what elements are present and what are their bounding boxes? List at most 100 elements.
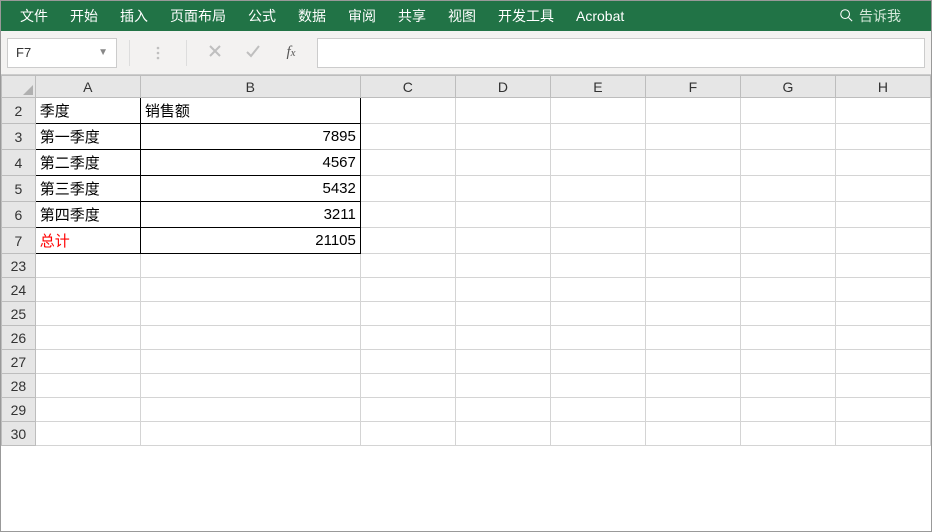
cell[interactable] xyxy=(835,228,930,254)
row-header[interactable]: 30 xyxy=(2,422,36,446)
cell[interactable] xyxy=(455,176,550,202)
cell[interactable] xyxy=(455,202,550,228)
cell[interactable] xyxy=(140,326,360,350)
tab-view[interactable]: 视图 xyxy=(437,1,487,31)
cell[interactable] xyxy=(455,124,550,150)
confirm-formula-button[interactable] xyxy=(237,38,269,68)
row-header[interactable]: 23 xyxy=(2,254,36,278)
cell[interactable] xyxy=(740,98,835,124)
col-header-C[interactable]: C xyxy=(360,76,455,98)
cell[interactable] xyxy=(645,98,740,124)
cell[interactable] xyxy=(740,254,835,278)
row-header[interactable]: 29 xyxy=(2,398,36,422)
tab-formulas[interactable]: 公式 xyxy=(237,1,287,31)
col-header-B[interactable]: B xyxy=(140,76,360,98)
cell[interactable]: 第一季度 xyxy=(35,124,140,150)
cell[interactable] xyxy=(740,374,835,398)
cell[interactable] xyxy=(35,374,140,398)
cancel-formula-button[interactable] xyxy=(199,38,231,68)
row-header[interactable]: 5 xyxy=(2,176,36,202)
tab-share[interactable]: 共享 xyxy=(387,1,437,31)
col-header-D[interactable]: D xyxy=(455,76,550,98)
tab-developer[interactable]: 开发工具 xyxy=(487,1,565,31)
cell[interactable] xyxy=(140,422,360,446)
cell[interactable]: 第四季度 xyxy=(35,202,140,228)
cell[interactable] xyxy=(455,350,550,374)
cell[interactable]: 总计 xyxy=(35,228,140,254)
cell[interactable] xyxy=(740,398,835,422)
row-header[interactable]: 26 xyxy=(2,326,36,350)
cell[interactable] xyxy=(140,350,360,374)
row-header[interactable]: 27 xyxy=(2,350,36,374)
cell[interactable] xyxy=(645,254,740,278)
cell[interactable] xyxy=(550,326,645,350)
cell[interactable] xyxy=(550,176,645,202)
cell[interactable] xyxy=(645,374,740,398)
cell[interactable] xyxy=(740,150,835,176)
cell[interactable]: 21105 xyxy=(140,228,360,254)
cell[interactable] xyxy=(455,326,550,350)
cell[interactable] xyxy=(455,398,550,422)
row-header[interactable]: 3 xyxy=(2,124,36,150)
insert-function-button[interactable]: fx xyxy=(275,38,307,68)
cell[interactable] xyxy=(140,374,360,398)
cell[interactable] xyxy=(550,98,645,124)
more-options-button[interactable] xyxy=(142,38,174,68)
cell[interactable] xyxy=(835,278,930,302)
col-header-G[interactable]: G xyxy=(740,76,835,98)
cell[interactable] xyxy=(740,302,835,326)
cell[interactable] xyxy=(740,202,835,228)
select-all-corner[interactable] xyxy=(2,76,36,98)
cell[interactable] xyxy=(740,278,835,302)
cell[interactable] xyxy=(645,326,740,350)
cell[interactable] xyxy=(645,398,740,422)
cell[interactable] xyxy=(360,98,455,124)
cell[interactable] xyxy=(645,278,740,302)
row-header[interactable]: 24 xyxy=(2,278,36,302)
cell[interactable] xyxy=(35,254,140,278)
cell[interactable] xyxy=(140,398,360,422)
cell[interactable]: 季度 xyxy=(35,98,140,124)
cell[interactable] xyxy=(360,150,455,176)
cell[interactable]: 销售额 xyxy=(140,98,360,124)
cell[interactable] xyxy=(550,302,645,326)
cell[interactable] xyxy=(455,98,550,124)
cell[interactable] xyxy=(360,350,455,374)
spreadsheet-grid[interactable]: A B C D E F G H 2 季度 销售额 3 第一季度 7895 4 第… xyxy=(1,75,931,531)
cell[interactable] xyxy=(360,254,455,278)
cell[interactable] xyxy=(455,278,550,302)
cell[interactable] xyxy=(835,254,930,278)
cell[interactable] xyxy=(550,202,645,228)
cell[interactable] xyxy=(835,326,930,350)
cell[interactable]: 5432 xyxy=(140,176,360,202)
formula-input[interactable] xyxy=(317,38,925,68)
row-header[interactable]: 25 xyxy=(2,302,36,326)
cell[interactable] xyxy=(835,98,930,124)
cell[interactable]: 第二季度 xyxy=(35,150,140,176)
cell[interactable] xyxy=(645,176,740,202)
cell[interactable] xyxy=(550,398,645,422)
cell[interactable] xyxy=(645,150,740,176)
cell[interactable]: 7895 xyxy=(140,124,360,150)
cell[interactable] xyxy=(550,278,645,302)
cell[interactable] xyxy=(455,374,550,398)
row-header[interactable]: 7 xyxy=(2,228,36,254)
cell[interactable] xyxy=(455,254,550,278)
tab-page-layout[interactable]: 页面布局 xyxy=(159,1,237,31)
cell[interactable] xyxy=(35,350,140,374)
cell[interactable] xyxy=(35,302,140,326)
col-header-E[interactable]: E xyxy=(550,76,645,98)
tab-review[interactable]: 审阅 xyxy=(337,1,387,31)
cell[interactable] xyxy=(550,374,645,398)
cell[interactable] xyxy=(360,278,455,302)
cell[interactable] xyxy=(455,150,550,176)
cell[interactable] xyxy=(360,202,455,228)
cell[interactable]: 3211 xyxy=(140,202,360,228)
cell[interactable] xyxy=(35,422,140,446)
cell[interactable] xyxy=(645,202,740,228)
cell[interactable] xyxy=(360,176,455,202)
col-header-A[interactable]: A xyxy=(35,76,140,98)
cell[interactable] xyxy=(835,422,930,446)
cell[interactable] xyxy=(455,228,550,254)
cell[interactable] xyxy=(645,228,740,254)
